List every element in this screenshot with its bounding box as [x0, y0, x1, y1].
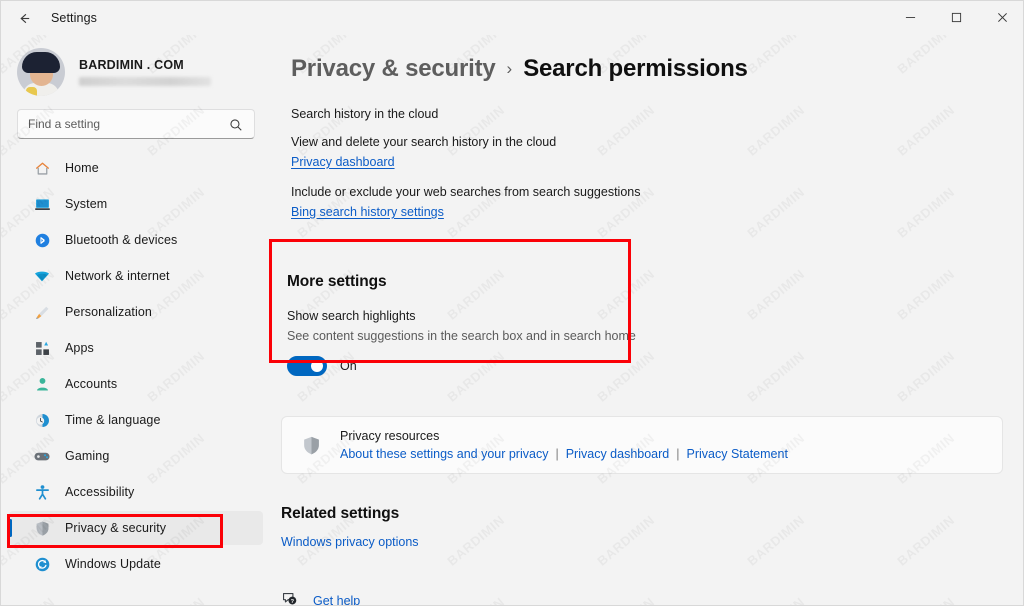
sidebar-item-windows-update[interactable]: Windows Update — [9, 547, 263, 581]
sidebar-item-label: Accounts — [65, 377, 118, 391]
get-help-row[interactable]: ? Get help — [281, 590, 360, 605]
bluetooth-icon — [33, 231, 51, 249]
sidebar-item-label: Time & language — [65, 413, 161, 427]
back-arrow-icon[interactable] — [7, 3, 41, 33]
main-content: Privacy & security › Search permissions … — [271, 35, 1023, 605]
sidebar-item-label: Network & internet — [65, 269, 170, 283]
apps-icon — [33, 339, 51, 357]
system-icon — [33, 195, 51, 213]
sidebar-item-label: Accessibility — [65, 485, 135, 499]
privacy-resources-title: Privacy resources — [340, 429, 440, 443]
accessibility-icon — [33, 483, 51, 501]
minimize-icon[interactable] — [887, 1, 933, 34]
breadcrumb-root[interactable]: Privacy & security — [291, 55, 496, 83]
account-email-redacted — [79, 77, 211, 86]
toggle-state-label: On — [340, 359, 357, 373]
personalization-icon — [33, 303, 51, 321]
privacy-dashboard-link[interactable]: Privacy dashboard — [566, 447, 670, 461]
search-input[interactable] — [18, 117, 254, 131]
accounts-icon — [33, 375, 51, 393]
sidebar-item-label: Privacy & security — [65, 521, 167, 535]
bing-search-history-settings-link[interactable]: Bing search history settings — [291, 205, 444, 219]
windows-privacy-options-link[interactable]: Windows privacy options — [281, 535, 419, 549]
windows-update-icon — [33, 555, 51, 573]
network-icon — [33, 267, 51, 285]
sidebar-item-privacy-security[interactable]: Privacy & security — [9, 511, 263, 545]
show-search-highlights-row: On — [281, 356, 653, 376]
sidebar-item-label: Windows Update — [65, 557, 161, 571]
search-icon[interactable] — [224, 113, 248, 137]
sidebar-item-bluetooth-devices[interactable]: Bluetooth & devices — [9, 223, 263, 257]
sidebar-item-label: Gaming — [65, 449, 110, 463]
privacy-resources-links: About these settings and your privacy | … — [340, 447, 788, 461]
link-separator: | — [555, 447, 559, 461]
privacy-resources-card: Privacy resources About these settings a… — [281, 416, 1003, 474]
related-settings-section: Related settings Windows privacy options — [281, 505, 419, 551]
search-history-line-2: Include or exclude your web searches fro… — [291, 185, 641, 199]
toggle-knob — [311, 360, 323, 372]
title-bar: Settings — [1, 1, 1023, 35]
sidebar-item-network-internet[interactable]: Network & internet — [9, 259, 263, 293]
sidebar-item-apps[interactable]: Apps — [9, 331, 263, 365]
home-icon — [33, 159, 51, 177]
sidebar-item-label: Apps — [65, 341, 94, 355]
sidebar-item-label: Bluetooth & devices — [65, 233, 178, 247]
related-settings-title: Related settings — [281, 505, 400, 522]
search-box[interactable] — [17, 109, 255, 139]
link-separator: | — [676, 447, 680, 461]
time-language-icon — [33, 411, 51, 429]
sidebar-item-label: System — [65, 197, 108, 211]
search-container — [1, 99, 271, 139]
sidebar-item-label: Home — [65, 161, 99, 175]
get-help-label[interactable]: Get help — [313, 594, 360, 605]
account-name: BARDIMIN . COM — [79, 58, 184, 72]
avatar — [17, 48, 65, 96]
chevron-right-icon: › — [506, 59, 513, 78]
sidebar: BARDIMIN . COM Find a setting Home Syste… — [1, 35, 271, 605]
search-history-heading: Search history in the cloud — [291, 107, 439, 121]
breadcrumb: Privacy & security › Search permissions — [291, 55, 1003, 83]
shield-icon — [300, 434, 322, 456]
close-icon[interactable] — [979, 1, 1023, 34]
account-header[interactable]: BARDIMIN . COM — [1, 41, 271, 99]
help-icon: ? — [281, 590, 298, 605]
page-title: Search permissions — [523, 55, 748, 82]
window-controls — [887, 1, 1023, 35]
privacy-dashboard-link[interactable]: Privacy dashboard — [291, 155, 395, 169]
sidebar-item-accessibility[interactable]: Accessibility — [9, 475, 263, 509]
about-settings-privacy-link[interactable]: About these settings and your privacy — [340, 447, 548, 461]
sidebar-item-time-language[interactable]: Time & language — [9, 403, 263, 437]
show-search-highlights-label: Show search highlights — [287, 309, 416, 323]
privacy-statement-link[interactable]: Privacy Statement — [687, 447, 788, 461]
more-settings-title: More settings — [287, 273, 387, 290]
svg-text:?: ? — [291, 599, 295, 605]
sidebar-item-home[interactable]: Home — [9, 151, 263, 185]
show-search-highlights-description: See content suggestions in the search bo… — [287, 329, 636, 343]
shield-icon — [33, 519, 51, 537]
show-search-highlights-toggle[interactable] — [287, 356, 327, 376]
gaming-icon — [33, 447, 51, 465]
sidebar-item-system[interactable]: System — [9, 187, 263, 221]
settings-window: Settings BARDIMIN . COM Find a setting H… — [0, 0, 1024, 606]
sidebar-item-personalization[interactable]: Personalization — [9, 295, 263, 329]
more-settings-section: More settings Show search highlights See… — [281, 273, 653, 376]
window-title: Settings — [51, 11, 97, 25]
sidebar-nav: Home System Bluetooth & devices Network … — [1, 151, 271, 581]
sidebar-item-label: Personalization — [65, 305, 152, 319]
search-history-line-1: View and delete your search history in t… — [291, 135, 557, 149]
maximize-icon[interactable] — [933, 1, 979, 34]
sidebar-item-accounts[interactable]: Accounts — [9, 367, 263, 401]
sidebar-item-gaming[interactable]: Gaming — [9, 439, 263, 473]
